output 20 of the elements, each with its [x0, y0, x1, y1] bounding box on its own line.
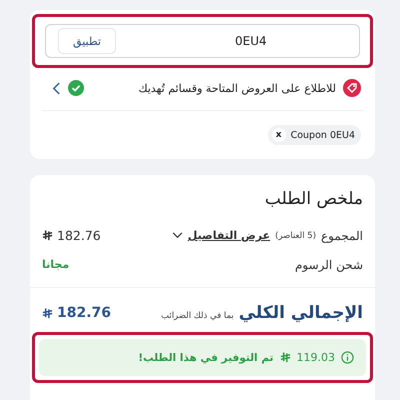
remove-coupon-button[interactable]: x [272, 128, 286, 142]
subtotal-amount: 182.76 [57, 228, 101, 243]
chevron-down-icon[interactable] [172, 232, 183, 239]
apply-button[interactable]: تطبيق [58, 28, 116, 54]
savings-amount: 119.03 [296, 351, 335, 364]
subtotal-label: المجموع [321, 228, 363, 242]
coupon-label: Coupon 0EU4 [290, 130, 355, 140]
savings-message: تم التوفير في هذا الطلب! [138, 352, 274, 364]
item-count: (5 العناصر) [275, 230, 316, 240]
shipping-value: مجانا [42, 258, 70, 271]
tax-note: بما في ذلك الضرائب [160, 310, 234, 321]
details-link[interactable]: عرض التفاصيل [188, 229, 270, 242]
offers-text[interactable]: للاطلاع على العروض المتاحة وقسائم تُهديك [138, 82, 336, 94]
summary-title: ملخص الطلب [264, 189, 363, 209]
info-icon [341, 351, 354, 364]
total-amount: 182.76 [57, 305, 112, 321]
total-label: الإجمالي الكلي [238, 303, 363, 323]
shipping-label: شحن الرسوم [294, 258, 363, 272]
chevron-icon[interactable] [52, 82, 61, 94]
tag-icon [343, 79, 361, 97]
